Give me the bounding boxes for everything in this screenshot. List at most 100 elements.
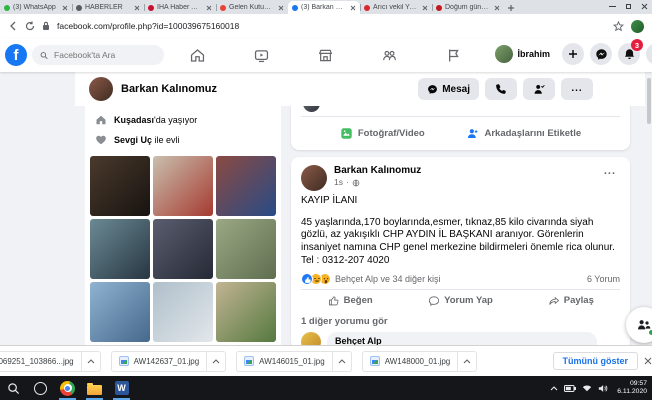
bookmark-star-icon[interactable] bbox=[613, 21, 624, 32]
download-item[interactable]: AW146015_01.jpg bbox=[236, 351, 352, 372]
download-menu-button[interactable] bbox=[457, 352, 476, 371]
url-text[interactable]: facebook.com/profile.php?id=100039675160… bbox=[57, 21, 606, 31]
volume-icon[interactable] bbox=[598, 384, 608, 393]
download-file[interactable]: AW148000_01.jpg bbox=[363, 356, 458, 366]
taskbar-word-button[interactable]: W bbox=[108, 376, 135, 400]
download-file[interactable]: AW146015_01.jpg bbox=[237, 356, 332, 366]
facebook-search[interactable] bbox=[32, 45, 164, 65]
photo-video-button[interactable]: Fotoğraf/Video bbox=[334, 123, 431, 144]
home-icon[interactable] bbox=[175, 42, 219, 68]
browser-address-bar: facebook.com/profile.php?id=100039675160… bbox=[0, 14, 652, 38]
tab-arici-vekil[interactable]: Arıcı vekil Yavu bbox=[360, 1, 432, 14]
tab-close-icon[interactable] bbox=[61, 4, 68, 11]
messenger-button[interactable] bbox=[590, 43, 612, 65]
clock-time: 09:57 bbox=[617, 380, 647, 388]
tab-haberler[interactable]: HABERLER bbox=[72, 1, 144, 14]
account-menu-button[interactable] bbox=[646, 43, 652, 65]
search-input[interactable] bbox=[52, 49, 156, 61]
comment-button[interactable]: Yorum Yap bbox=[405, 291, 515, 311]
post-header: Barkan Kalınomuz 1s · ... bbox=[291, 157, 630, 191]
back-icon[interactable] bbox=[8, 21, 18, 31]
download-menu-button[interactable] bbox=[81, 352, 100, 371]
post-header-meta: Barkan Kalınomuz 1s · bbox=[334, 165, 421, 188]
tab-whatsapp[interactable]: (3) WhatsApp bbox=[0, 1, 72, 14]
groups-icon[interactable] bbox=[367, 42, 411, 68]
download-item[interactable]: AW148000_01.jpg bbox=[362, 351, 478, 372]
tab-close-icon[interactable] bbox=[205, 4, 212, 11]
reaction-icons[interactable] bbox=[301, 273, 328, 285]
call-button[interactable] bbox=[485, 78, 517, 100]
photo-thumbnail[interactable] bbox=[216, 219, 276, 279]
photo-thumbnail[interactable] bbox=[90, 282, 150, 342]
page-scrollbar[interactable] bbox=[647, 78, 651, 124]
facebook-logo[interactable]: f bbox=[5, 44, 27, 66]
post-author-avatar[interactable] bbox=[301, 165, 327, 191]
close-shelf-icon[interactable] bbox=[644, 357, 652, 365]
tab-close-icon[interactable] bbox=[133, 4, 140, 11]
photo-thumbnail[interactable] bbox=[153, 282, 213, 342]
photo-thumbnail[interactable] bbox=[216, 282, 276, 342]
photo-thumbnail[interactable] bbox=[90, 219, 150, 279]
download-menu-button[interactable] bbox=[332, 352, 351, 371]
taskbar-search-button[interactable] bbox=[0, 376, 27, 400]
cortana-button[interactable] bbox=[27, 376, 54, 400]
marketplace-icon[interactable] bbox=[303, 42, 347, 68]
window-close-button[interactable] bbox=[636, 0, 652, 12]
tab-barkan-active[interactable]: (3) Barkan Kalın bbox=[288, 1, 360, 14]
tray-expand-icon[interactable] bbox=[550, 386, 558, 391]
wifi-icon[interactable] bbox=[582, 384, 592, 392]
download-menu-button[interactable] bbox=[206, 352, 225, 371]
profile-more-button[interactable]: ... bbox=[561, 78, 593, 100]
tab-close-icon[interactable] bbox=[349, 4, 356, 11]
tab-iha-arsiv[interactable]: İHA Haber Arşivi bbox=[144, 1, 216, 14]
message-button[interactable]: Mesaj bbox=[418, 78, 479, 100]
watch-icon[interactable] bbox=[239, 42, 283, 68]
download-file[interactable]: 7069251_103866...jpg bbox=[0, 357, 81, 366]
gaming-icon[interactable] bbox=[431, 42, 475, 68]
taskbar-clock[interactable]: 09:57 6.11.2020 bbox=[614, 380, 647, 397]
photo-thumbnail[interactable] bbox=[153, 156, 213, 216]
tab-gelen-kutusu[interactable]: Gelen Kutusu (1 bbox=[216, 1, 288, 14]
image-file-icon bbox=[244, 356, 254, 366]
download-file[interactable]: AW142637_01.jpg bbox=[112, 356, 207, 366]
chrome-profile-avatar[interactable] bbox=[631, 20, 644, 33]
tab-dogum-gunu[interactable]: Doğum günü p bbox=[432, 1, 504, 14]
post-menu-button[interactable]: ... bbox=[600, 165, 620, 177]
notifications-button[interactable]: 3 bbox=[618, 43, 640, 65]
lock-icon[interactable] bbox=[42, 21, 50, 31]
profile-shortcut[interactable]: İbrahim bbox=[493, 43, 556, 65]
share-icon bbox=[548, 295, 560, 307]
battery-icon[interactable] bbox=[564, 385, 576, 392]
tab-close-icon[interactable] bbox=[277, 4, 284, 11]
show-all-downloads-button[interactable]: Tümünü göster bbox=[553, 352, 639, 370]
like-button[interactable]: Beğen bbox=[295, 291, 405, 311]
photo-thumbnail[interactable] bbox=[153, 219, 213, 279]
tab-close-icon[interactable] bbox=[493, 4, 500, 11]
profile-avatar[interactable] bbox=[89, 77, 113, 101]
tab-close-icon[interactable] bbox=[421, 4, 428, 11]
download-item[interactable]: 7069251_103866...jpg bbox=[0, 351, 101, 372]
window-maximize-button[interactable] bbox=[620, 0, 636, 12]
reactions-summary[interactable]: Behçet Alp ve 34 diğer kişi bbox=[335, 274, 441, 284]
photo-thumbnail[interactable] bbox=[90, 156, 150, 216]
taskbar-chrome-button[interactable] bbox=[54, 376, 81, 400]
chevron-up-icon bbox=[338, 359, 346, 364]
commenter-name[interactable]: Behçet Alp bbox=[335, 336, 589, 346]
clock-date: 6.11.2020 bbox=[617, 388, 647, 396]
reload-icon[interactable] bbox=[25, 21, 35, 31]
profile-actions: Mesaj ... bbox=[418, 78, 593, 100]
create-button[interactable] bbox=[562, 43, 584, 65]
taskbar-explorer-button[interactable] bbox=[81, 376, 108, 400]
tag-friends-button[interactable]: Arkadaşlarını Etiketle bbox=[460, 123, 587, 144]
friend-status-button[interactable] bbox=[523, 78, 555, 100]
view-more-comments-link[interactable]: 1 diğer yorumu gör bbox=[291, 312, 630, 329]
iha-favicon bbox=[148, 5, 154, 11]
share-button[interactable]: Paylaş bbox=[516, 291, 626, 311]
window-minimize-button[interactable] bbox=[604, 0, 620, 12]
comment-count[interactable]: 6 Yorum bbox=[587, 274, 620, 284]
photo-thumbnail[interactable] bbox=[216, 156, 276, 216]
post-author-name[interactable]: Barkan Kalınomuz bbox=[334, 165, 421, 177]
online-status-dot bbox=[648, 329, 652, 336]
new-tab-button[interactable] bbox=[504, 1, 518, 14]
download-item[interactable]: AW142637_01.jpg bbox=[111, 351, 227, 372]
